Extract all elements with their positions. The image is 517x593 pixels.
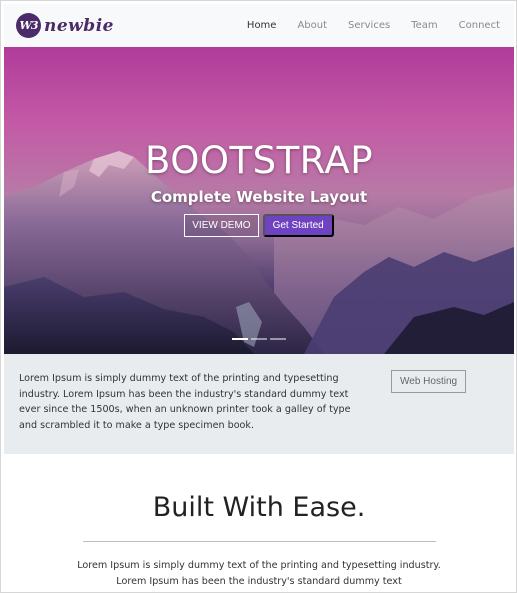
info-text: Lorem Ipsum is simply dummy text of the … <box>19 373 351 431</box>
web-hosting-button[interactable]: Web Hosting <box>391 370 467 393</box>
nav-link-home[interactable]: Home <box>247 20 277 31</box>
get-started-button[interactable]: Get Started <box>262 214 334 237</box>
hero-subtitle: Complete Website Layout <box>150 188 368 206</box>
nav-links: Home About Services Team Connect <box>247 20 500 31</box>
nav-link-services[interactable]: Services <box>348 20 390 31</box>
hero-title: BOOTSTRAP <box>145 139 373 182</box>
carousel-indicator-2[interactable] <box>251 338 267 340</box>
hero-carousel: BOOTSTRAP Complete Website Layout VIEW D… <box>4 47 514 354</box>
brand-logo[interactable]: W3 newbie <box>16 13 114 38</box>
navbar: W3 newbie Home About Services Team Conne… <box>4 4 514 47</box>
brand-text: newbie <box>44 15 114 36</box>
nav-link-connect[interactable]: Connect <box>459 20 500 31</box>
ease-title: Built With Ease. <box>152 492 366 523</box>
carousel-indicator-1[interactable] <box>232 338 248 340</box>
brand-badge: W3 <box>16 13 41 38</box>
view-demo-button[interactable]: VIEW DEMO <box>184 214 259 237</box>
info-section: Lorem Ipsum is simply dummy text of the … <box>4 354 514 454</box>
carousel-indicators <box>232 338 286 340</box>
hero-buttons: VIEW DEMO Get Started <box>4 214 514 237</box>
ease-text: Lorem Ipsum is simply dummy text of the … <box>77 560 441 587</box>
hero-content: BOOTSTRAP Complete Website Layout VIEW D… <box>4 139 514 237</box>
carousel-indicator-3[interactable] <box>270 338 286 340</box>
nav-link-team[interactable]: Team <box>411 20 437 31</box>
page-frame: W3 newbie Home About Services Team Conne… <box>0 0 517 593</box>
nav-link-about[interactable]: About <box>297 20 327 31</box>
divider <box>83 541 436 542</box>
ease-section: Built With Ease. Lorem Ipsum is simply d… <box>4 454 514 592</box>
